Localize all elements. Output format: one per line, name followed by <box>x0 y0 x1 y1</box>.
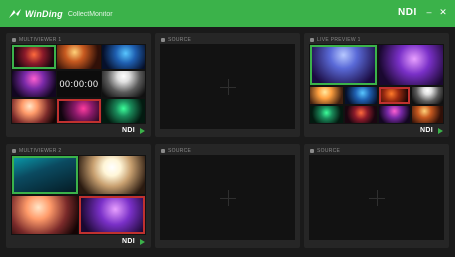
panel-preview[interactable] <box>11 155 146 235</box>
title-bar: WinDing CollectMonitor NDI – ✕ <box>0 0 455 27</box>
panel-footer: NDI <box>122 238 145 245</box>
panel-header: SOURCE <box>310 147 340 155</box>
video-tile[interactable] <box>102 45 145 69</box>
panel-label: MULTIVIEWER 1 <box>19 37 62 43</box>
panel-header: MULTIVIEWER 2 <box>12 147 61 155</box>
panel-footer: NDI <box>420 127 443 134</box>
video-tile[interactable] <box>102 71 145 97</box>
empty-slot[interactable] <box>160 155 295 240</box>
ndi-badge: NDI <box>420 127 433 134</box>
play-icon[interactable] <box>140 127 145 134</box>
add-source-icon-v <box>227 78 229 95</box>
play-icon[interactable] <box>438 127 443 134</box>
panel-label: MULTIVIEWER 2 <box>19 148 62 154</box>
minimize-button[interactable]: – <box>424 7 434 17</box>
panel-live-preview-1[interactable]: LIVE PREVIEW 1 NDI <box>304 33 449 137</box>
video-tile[interactable] <box>12 196 78 234</box>
video-tile[interactable] <box>412 87 443 104</box>
bird-logo-icon <box>9 9 21 18</box>
video-tile[interactable] <box>12 156 78 194</box>
ndi-badge: NDI <box>122 127 135 134</box>
panel-header: SOURCE <box>161 147 191 155</box>
video-tile[interactable] <box>379 106 410 123</box>
panel-label: SOURCE <box>168 37 192 43</box>
video-tile[interactable] <box>12 99 56 123</box>
video-tile[interactable] <box>102 99 145 123</box>
panel-status-icon <box>310 38 314 42</box>
empty-slot[interactable] <box>160 44 295 129</box>
video-tile[interactable] <box>57 45 101 69</box>
panel-preview[interactable]: 00:00:00 <box>11 44 146 124</box>
app-window: WinDing CollectMonitor NDI – ✕ MULTIVIEW… <box>0 0 455 257</box>
ndi-badge: NDI <box>122 238 135 245</box>
panel-header: LIVE PREVIEW 1 <box>310 36 361 44</box>
panel-multiviewer-1[interactable]: MULTIVIEWER 1 00:00:00 NDI <box>6 33 151 137</box>
video-tile[interactable] <box>412 106 443 123</box>
app-subtitle: CollectMonitor <box>67 10 113 18</box>
panel-label: SOURCE <box>317 148 341 154</box>
video-tile[interactable] <box>345 87 377 104</box>
video-tile[interactable] <box>379 87 410 104</box>
panel-status-icon <box>12 149 16 153</box>
ndi-title: NDI <box>398 7 417 18</box>
panel-status-icon <box>161 149 165 153</box>
video-tile[interactable] <box>310 45 377 85</box>
video-tile[interactable] <box>12 45 56 69</box>
panel-source-2[interactable]: SOURCE <box>155 144 300 248</box>
panel-source-1[interactable]: SOURCE <box>155 33 300 137</box>
panel-header: MULTIVIEWER 1 <box>12 36 61 44</box>
add-source-icon-v <box>227 189 229 206</box>
panel-status-icon <box>161 38 165 42</box>
app-logo: WinDing CollectMonitor <box>8 6 113 22</box>
panel-preview[interactable] <box>309 44 444 124</box>
play-icon[interactable] <box>140 238 145 245</box>
video-tile[interactable] <box>310 106 343 123</box>
panel-status-icon <box>310 149 314 153</box>
video-tile[interactable] <box>345 106 377 123</box>
panel-status-icon <box>12 38 16 42</box>
panel-label: LIVE PREVIEW 1 <box>317 37 361 43</box>
video-tile[interactable] <box>379 45 443 85</box>
add-source-icon-v <box>376 189 378 206</box>
video-tile[interactable] <box>12 71 56 97</box>
timer-display: 00:00:00 <box>57 71 101 97</box>
panel-label: SOURCE <box>168 148 192 154</box>
video-tile[interactable] <box>79 196 145 234</box>
brand-name: WinDing <box>25 9 63 19</box>
close-button[interactable]: ✕ <box>438 7 448 17</box>
panel-source-3[interactable]: SOURCE <box>304 144 449 248</box>
video-tile[interactable] <box>57 99 101 123</box>
panel-footer: NDI <box>122 127 145 134</box>
panel-multiviewer-2[interactable]: MULTIVIEWER 2 NDI <box>6 144 151 248</box>
video-tile[interactable] <box>310 87 343 104</box>
video-tile[interactable] <box>79 156 145 194</box>
panel-header: SOURCE <box>161 36 191 44</box>
empty-slot[interactable] <box>309 155 444 240</box>
